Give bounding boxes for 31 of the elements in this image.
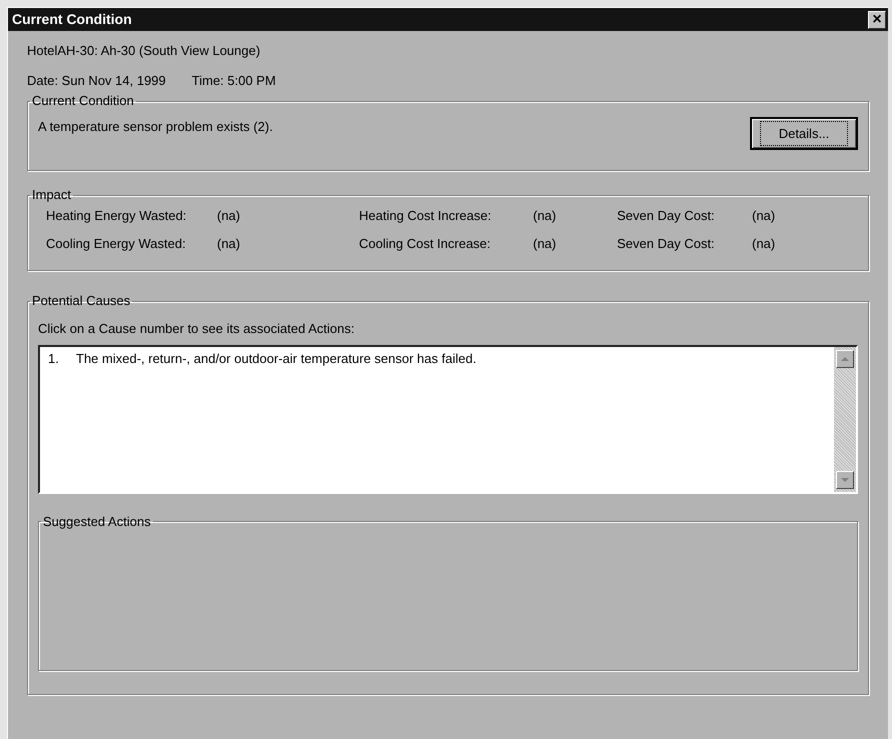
- impact-label: Heating Cost Increase:: [359, 207, 492, 225]
- impact-label: Cooling Energy Wasted:: [46, 234, 187, 253]
- impact-value: (na): [217, 234, 242, 253]
- details-button[interactable]: Details...: [750, 117, 858, 150]
- scroll-up-button[interactable]: [836, 350, 854, 368]
- group-title: Impact: [31, 187, 72, 203]
- group-title: Current Condition: [31, 93, 135, 109]
- location-text: HotelAH-30: Ah-30 (South View Lounge): [27, 42, 262, 60]
- impact-label: Seven Day Cost:: [617, 207, 716, 225]
- window-title: Current Condition: [12, 10, 132, 29]
- up-arrow-icon: [840, 356, 850, 362]
- scroll-down-button[interactable]: [836, 470, 854, 488]
- close-button[interactable]: ×: [868, 10, 886, 28]
- causes-list[interactable]: 1. The mixed-, return-, and/or outdoor-air temperature sensor has failed.: [38, 344, 858, 494]
- down-arrow-icon: [840, 476, 850, 482]
- impact-value: (na): [752, 234, 776, 253]
- impact-label: Heating Energy Wasted:: [46, 207, 188, 225]
- impact-label: Seven Day Cost:: [617, 234, 716, 253]
- cause-item[interactable]: 1. The mixed-, return-, and/or outdoor-air temperature sensor has failed.: [48, 348, 484, 368]
- date-text: Date: Sun Nov 14, 1999: [27, 72, 166, 90]
- scrollbar[interactable]: [834, 346, 856, 492]
- impact-value: (na): [217, 207, 242, 225]
- time-text: Time: 5:00 PM: [192, 72, 276, 90]
- group-title: Suggested Actions: [42, 514, 152, 530]
- impact-value: (na): [533, 207, 558, 225]
- impact-label: Cooling Cost Increase:: [359, 234, 492, 253]
- group-title: Potential Causes: [31, 293, 132, 309]
- impact-value: (na): [533, 234, 558, 253]
- condition-message: A temperature sensor problem exists (2).: [38, 118, 273, 136]
- impact-value: (na): [752, 207, 776, 225]
- instruction-text: Click on a Cause number to see its associated Actions:: [38, 320, 356, 338]
